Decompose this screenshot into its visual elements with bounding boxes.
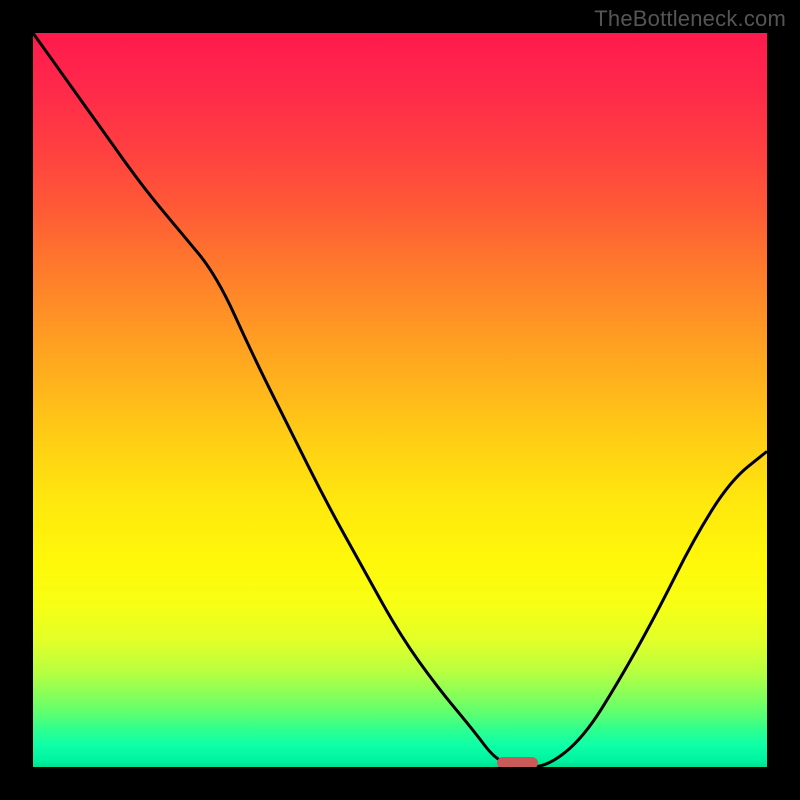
- bottleneck-curve: [33, 33, 767, 767]
- chart-svg: [33, 33, 767, 767]
- chart-container: TheBottleneck.com: [0, 0, 800, 800]
- optimal-point-marker: [497, 757, 537, 767]
- watermark-text: TheBottleneck.com: [594, 6, 786, 32]
- plot-area: [33, 33, 767, 767]
